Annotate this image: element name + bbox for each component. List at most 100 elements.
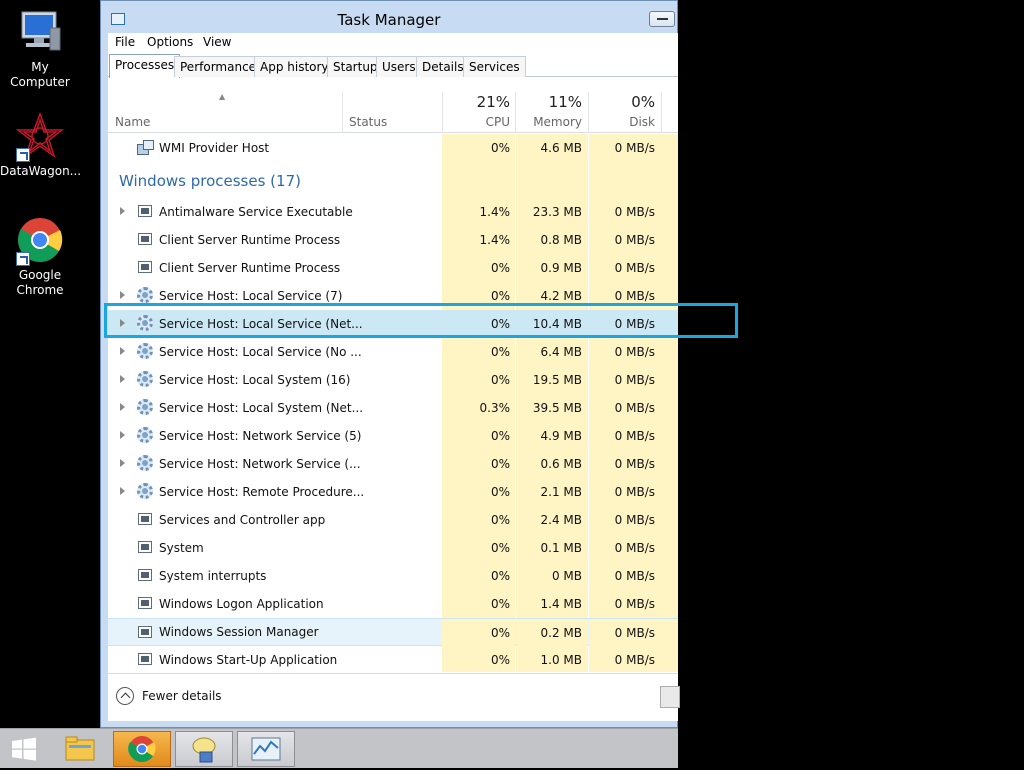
menu-file[interactable]: File: [115, 35, 135, 49]
taskbar-task-manager[interactable]: [237, 731, 295, 767]
process-memory: 2.4 MB: [540, 513, 582, 527]
expand-arrow-icon[interactable]: [120, 487, 125, 495]
process-icon: [138, 205, 152, 217]
desktop-icon-label: My Computer: [10, 60, 70, 89]
tab-processes[interactable]: Processes: [109, 54, 181, 78]
process-memory: 6.4 MB: [540, 345, 582, 359]
expand-arrow-icon[interactable]: [120, 403, 125, 411]
process-name: Service Host: Local Service (No ...: [159, 345, 362, 359]
chevron-up-icon: [116, 687, 134, 705]
process-row[interactable]: Windows Start-Up Application 0% 1.0 MB 0 MB…: [108, 646, 678, 672]
column-disk[interactable]: Disk: [589, 115, 655, 129]
process-name: Client Server Runtime Process: [159, 233, 341, 247]
datawagon-logo-icon: [15, 111, 65, 162]
process-name: Service Host: Remote Procedure...: [159, 485, 365, 499]
process-disk: 0 MB/s: [614, 597, 655, 611]
process-row[interactable]: Service Host: Local System (Net... 0.3% 39…: [108, 394, 678, 422]
title-bar[interactable]: Task Manager: [101, 1, 677, 33]
expand-arrow-icon[interactable]: [120, 291, 125, 299]
process-row[interactable]: Service Host: Network Service (... 0% 0.6 …: [108, 450, 678, 478]
column-name[interactable]: Name: [115, 115, 150, 129]
process-name: System: [159, 541, 204, 555]
process-row[interactable]: Service Host: Local Service (No ... 0% 6.4…: [108, 338, 678, 366]
process-cpu: 0.3%: [479, 401, 511, 415]
process-cpu: 0%: [490, 597, 510, 611]
expand-arrow-icon[interactable]: [120, 375, 125, 383]
desktop-icon-datawagon[interactable]: DataWagon...: [0, 111, 82, 179]
process-memory: 0.9 MB: [540, 261, 582, 275]
process-row[interactable]: Windows Logon Application 0% 1.4 MB 0 MB/s: [108, 590, 678, 618]
process-memory: 1.4 MB: [540, 597, 582, 611]
process-disk: 0 MB/s: [614, 626, 655, 640]
menu-view[interactable]: View: [203, 35, 231, 49]
taskbar-messenger[interactable]: [175, 731, 233, 767]
process-icon: [138, 597, 152, 609]
process-cpu: 0%: [490, 373, 510, 387]
column-memory-percent[interactable]: 11%: [516, 93, 582, 111]
process-row[interactable]: System interrupts 0% 0 MB 0 MB/s: [108, 562, 678, 590]
menu-options[interactable]: Options: [147, 35, 193, 49]
process-row[interactable]: System 0% 0.1 MB 0 MB/s: [108, 534, 678, 562]
process-row[interactable]: Service Host: Remote Procedure... 0% 2.1 M…: [108, 478, 678, 506]
desktop-icon-label: DataWagon...: [0, 164, 82, 178]
process-cpu: 0%: [490, 345, 510, 359]
process-row[interactable]: Client Server Runtime Process 1.4% 0.8 MB 0…: [108, 226, 678, 254]
process-name: Antimalware Service Executable: [159, 205, 353, 219]
process-cpu: 0%: [490, 289, 510, 303]
taskbar-file-explorer[interactable]: [52, 731, 110, 767]
process-row-wmi[interactable]: WMI Provider Host 0% 4.6 MB 0 MB/s: [108, 134, 678, 162]
taskbar-google-chrome[interactable]: [113, 731, 171, 767]
column-disk-percent[interactable]: 0%: [589, 93, 655, 111]
process-row[interactable]: Client Server Runtime Process 0% 0.9 MB 0 M…: [108, 254, 678, 282]
desktop-icon-google-chrome[interactable]: Google Chrome: [0, 216, 80, 298]
start-button[interactable]: [8, 737, 40, 761]
process-name: Service Host: Network Service (...: [159, 457, 361, 471]
expand-arrow-icon[interactable]: [120, 459, 125, 467]
process-row[interactable]: Windows Session Manager 0% 0.2 MB 0 MB/s: [108, 618, 678, 647]
shortcut-arrow-icon: [16, 252, 30, 266]
column-status[interactable]: Status: [349, 115, 387, 129]
column-cpu-percent[interactable]: 21%: [442, 93, 510, 111]
process-row[interactable]: Antimalware Service Executable 1.4% 23.3 M…: [108, 198, 678, 226]
end-task-button[interactable]: [660, 686, 680, 708]
tab-services[interactable]: Services: [463, 56, 526, 77]
process-disk: 0 MB/s: [614, 345, 655, 359]
process-row[interactable]: Services and Controller app 0% 2.4 MB 0 MB/…: [108, 506, 678, 534]
process-disk: 0 MB/s: [614, 373, 655, 387]
process-memory: 0.2 MB: [540, 626, 582, 640]
process-cpu: 0%: [490, 261, 510, 275]
column-memory[interactable]: Memory: [516, 115, 582, 129]
desktop-icon-my-computer[interactable]: My Computer: [0, 8, 80, 90]
process-name: Client Server Runtime Process: [159, 261, 341, 275]
minimize-button[interactable]: [649, 11, 675, 27]
expand-arrow-icon[interactable]: [120, 347, 125, 355]
process-memory: 23.3 MB: [532, 205, 582, 219]
process-memory: 0.6 MB: [540, 457, 582, 471]
expand-arrow-icon[interactable]: [120, 431, 125, 439]
process-disk: 0 MB/s: [614, 429, 655, 443]
selection-highlight-box: [104, 303, 738, 338]
process-name: Service Host: Local Service (7): [159, 289, 343, 303]
process-cpu: 0%: [490, 429, 510, 443]
process-memory: 19.5 MB: [532, 373, 582, 387]
process-row[interactable]: Service Host: Network Service (5) 0% 4.9 M…: [108, 422, 678, 450]
column-cpu[interactable]: CPU: [442, 115, 510, 129]
tab-users[interactable]: Users: [376, 56, 422, 77]
tab-details[interactable]: Details: [416, 56, 470, 77]
process-icon: [138, 626, 152, 638]
chat-icon: [192, 737, 216, 763]
tab-bar: Processes Performance App history Startu…: [108, 54, 678, 78]
process-memory: 39.5 MB: [532, 401, 582, 415]
fewer-details-label: Fewer details: [142, 689, 222, 703]
tab-app-history[interactable]: App history: [254, 56, 335, 77]
expand-arrow-icon[interactable]: [120, 207, 125, 215]
tab-performance[interactable]: Performance: [174, 56, 263, 77]
process-memory: 0.8 MB: [540, 233, 582, 247]
process-name: Service Host: Local System (16): [159, 373, 351, 387]
footer-bar: Fewer details: [108, 673, 680, 721]
menu-bar: File Options View: [108, 33, 678, 53]
process-row[interactable]: Service Host: Local System (16) 0% 19.5 MB…: [108, 366, 678, 394]
process-icon: [138, 233, 152, 245]
process-disk: 0 MB/s: [614, 513, 655, 527]
process-name: Windows Start-Up Application: [159, 653, 338, 667]
